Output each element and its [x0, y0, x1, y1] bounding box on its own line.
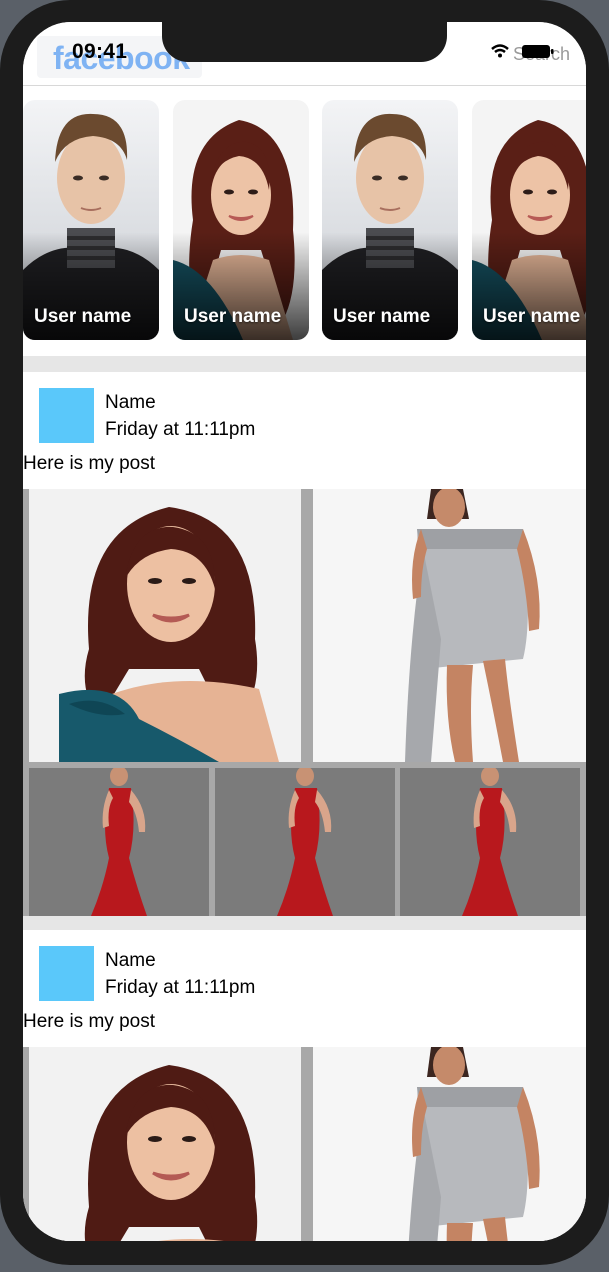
photo-woman-portrait	[29, 489, 301, 762]
story-card[interactable]: User name	[23, 100, 159, 340]
gallery-photo[interactable]	[313, 489, 586, 762]
avatar[interactable]	[39, 388, 94, 443]
photo-red-gown	[29, 768, 209, 916]
gallery-photo[interactable]	[29, 1047, 301, 1241]
gallery-photo[interactable]	[313, 1047, 586, 1241]
phone-frame: Search facebook	[0, 0, 609, 1265]
battery-icon	[522, 45, 554, 58]
status-icons	[491, 44, 554, 58]
post-text: Here is my post	[23, 453, 155, 474]
story-photo-man	[322, 100, 458, 340]
story-card[interactable]: User name	[472, 100, 586, 340]
photo-red-gown	[400, 768, 580, 916]
section-divider	[23, 356, 586, 372]
story-card[interactable]: User name	[173, 100, 309, 340]
post-author[interactable]: Name	[105, 950, 156, 972]
photo-red-gown	[215, 768, 395, 916]
app-screen: Search facebook	[23, 22, 586, 1241]
post-header: Name Friday at 11:11pm Here is my post	[23, 372, 586, 489]
status-time: 09:41	[72, 40, 128, 63]
gallery-photo[interactable]	[400, 768, 580, 916]
story-photo-man	[23, 100, 159, 340]
post-author[interactable]: Name	[105, 392, 156, 414]
story-username: User name	[483, 306, 581, 327]
story-photo-woman	[173, 100, 309, 340]
avatar[interactable]	[39, 946, 94, 1001]
story-username: User name	[184, 306, 282, 327]
wifi-icon	[491, 44, 509, 58]
photo-silver-dress	[313, 1047, 586, 1241]
post-timestamp: Friday at 11:11pm	[105, 419, 256, 440]
post-text: Here is my post	[23, 1011, 155, 1032]
story-card[interactable]: User name	[322, 100, 458, 340]
photo-woman-portrait	[29, 1047, 301, 1241]
stories-row[interactable]: User name User name User name User name	[23, 100, 586, 340]
gallery-photo[interactable]	[29, 489, 301, 762]
story-photo-woman	[472, 100, 586, 340]
story-username: User name	[34, 306, 132, 327]
device-notch	[162, 22, 447, 62]
story-username: User name	[333, 306, 431, 327]
section-divider	[23, 916, 586, 930]
photo-silver-dress	[313, 489, 586, 762]
post-photo-gallery	[23, 1047, 586, 1241]
gallery-photo[interactable]	[215, 768, 395, 916]
gallery-photo[interactable]	[29, 768, 209, 916]
post-photo-gallery	[23, 489, 586, 916]
post-timestamp: Friday at 11:11pm	[105, 977, 256, 998]
post-header: Name Friday at 11:11pm Here is my post	[23, 930, 586, 1047]
